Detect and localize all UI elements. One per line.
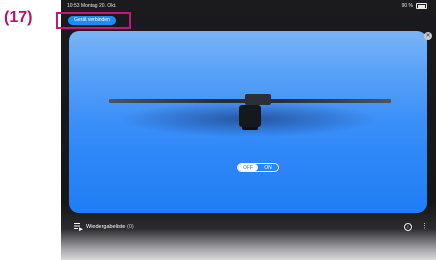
hologram-fan-base: [239, 105, 261, 130]
battery-percent: 90 %: [401, 3, 413, 9]
status-time: 10:53 Montag 20. Okt.: [67, 3, 117, 9]
playlist-icon: [74, 223, 83, 231]
playlist-title: Wiedergabeliste: [86, 224, 126, 230]
more-icon[interactable]: ⋮: [421, 222, 428, 232]
device-preview-card: OFF ON: [69, 31, 427, 213]
status-bar: 10:53 Montag 20. Okt. 90 %: [61, 0, 436, 12]
hologram-fan-hub: [245, 94, 271, 105]
toggle-on-label[interactable]: ON: [258, 164, 278, 171]
callout-highlight-box: [56, 12, 131, 29]
playlist-label: Wiedergabeliste (0): [86, 224, 134, 230]
info-icon[interactable]: i: [404, 223, 412, 231]
battery-icon: [416, 3, 427, 9]
callout-number: (17): [4, 9, 33, 26]
close-icon[interactable]: ✕: [424, 32, 432, 40]
ipad-screen: 10:53 Montag 20. Okt. 90 % Gerät verbind…: [61, 0, 436, 260]
status-right: 90 %: [402, 3, 427, 9]
playlist-count: (0): [126, 224, 134, 230]
playlist-bar[interactable]: Wiedergabeliste (0) i ⋮: [61, 217, 436, 239]
power-toggle[interactable]: OFF ON: [237, 163, 279, 172]
toggle-off-label[interactable]: OFF: [238, 164, 258, 171]
